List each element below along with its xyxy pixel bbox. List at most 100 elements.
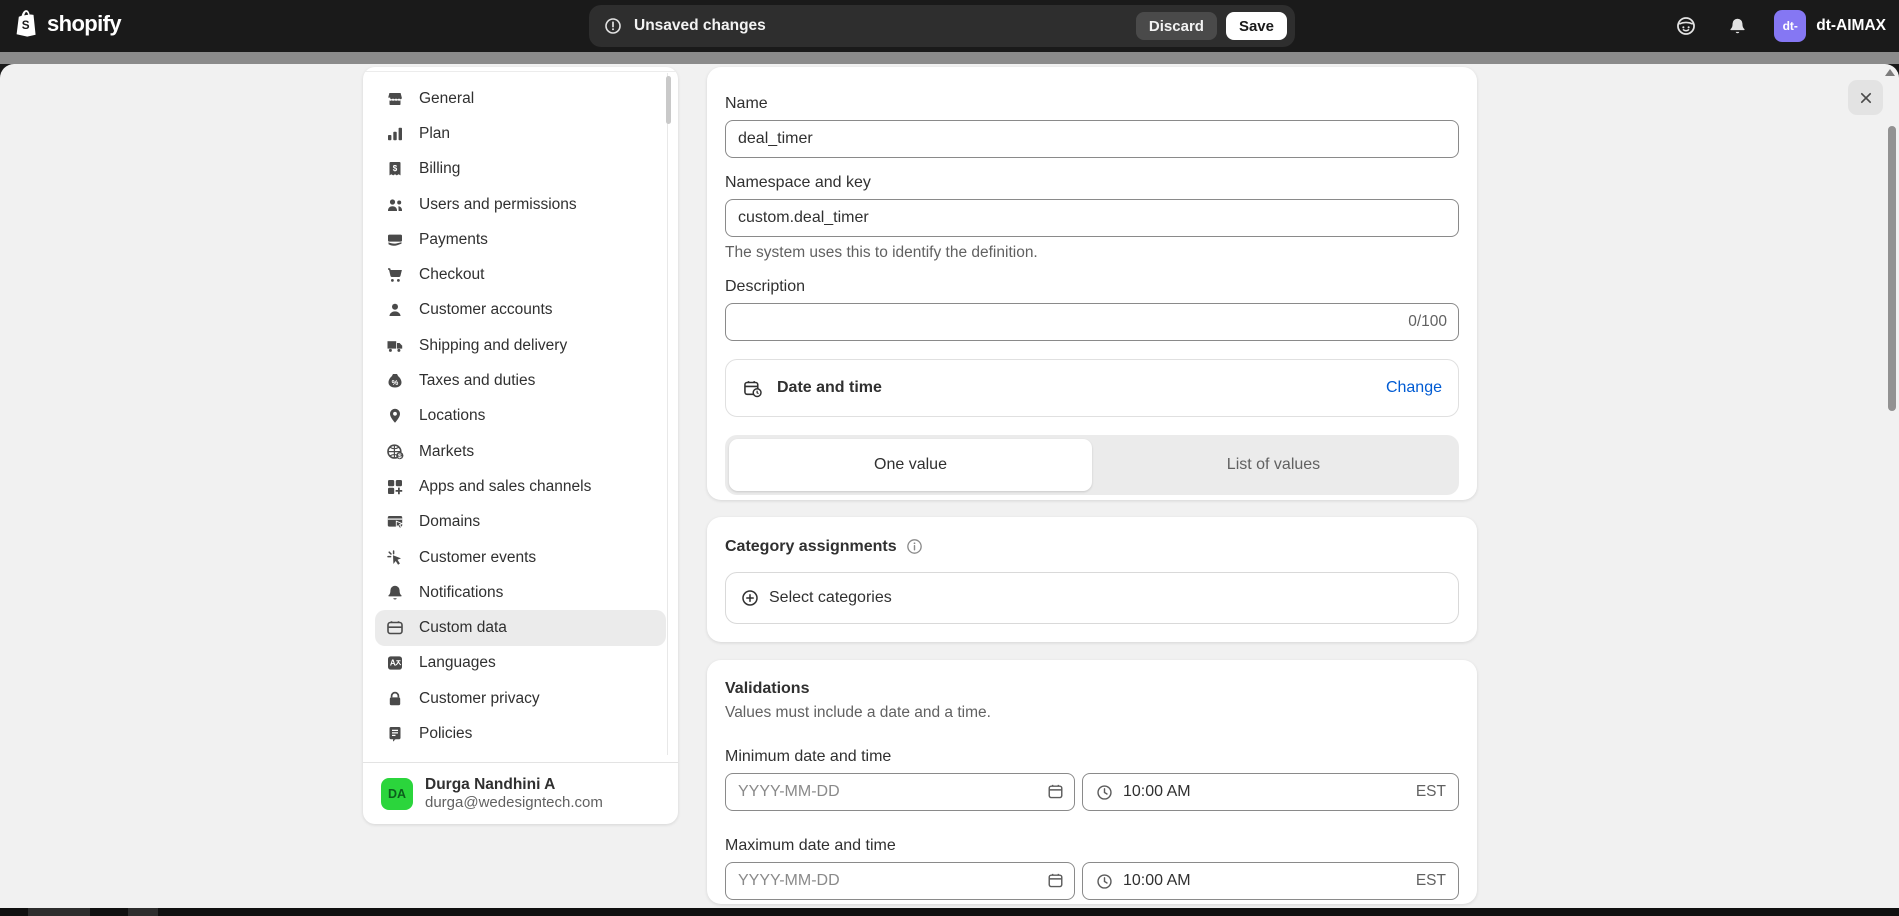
bottom-taskbar-strip xyxy=(0,908,1899,916)
name-input[interactable] xyxy=(725,120,1459,158)
store-menu[interactable]: dt- dt-AIMAX xyxy=(1774,10,1886,42)
scrollbar-thumb[interactable] xyxy=(1888,126,1896,411)
sidebar-item-policies[interactable]: Policies xyxy=(375,716,666,751)
sidebar-item-languages[interactable]: A Languages xyxy=(375,646,666,681)
validations-title: Validations xyxy=(725,680,1459,698)
top-bar: S shopify Unsaved changes Discard Save xyxy=(0,0,1899,52)
sidebar-item-billing[interactable]: $ Billing xyxy=(375,152,666,187)
sidebar-item-checkout[interactable]: Checkout xyxy=(375,257,666,292)
sidebar-item-label: Locations xyxy=(419,407,485,425)
svg-text:$: $ xyxy=(393,164,398,173)
max-datetime-label: Maximum date and time xyxy=(725,837,1459,855)
sidebar-item-users-and-permissions[interactable]: Users and permissions xyxy=(375,187,666,222)
markets-icon: $ xyxy=(385,442,405,462)
unsaved-changes-toast: Unsaved changes Discard Save xyxy=(589,5,1295,47)
sidebar-item-taxes-and-duties[interactable]: % Taxes and duties xyxy=(375,363,666,398)
validations-card: Validations Values must include a date a… xyxy=(707,660,1477,904)
min-date-input[interactable] xyxy=(725,773,1075,811)
description-label: Description xyxy=(725,278,1459,296)
sidebar-item-custom-data[interactable]: Custom data xyxy=(375,610,666,645)
list-of-values-tab[interactable]: List of values xyxy=(1092,439,1455,491)
sidebar-item-label: Custom data xyxy=(419,619,507,637)
name-label: Name xyxy=(725,95,1459,113)
sidebar-item-notifications[interactable]: Notifications xyxy=(375,575,666,610)
dimmed-backdrop-band xyxy=(0,52,1899,64)
sidebar-item-domains[interactable]: Domains xyxy=(375,505,666,540)
shipping-icon xyxy=(385,336,405,356)
sidebar-item-label: Customer events xyxy=(419,549,536,567)
checkout-icon xyxy=(385,265,405,285)
settings-surface: General Plan $ Billing Users and permissions… xyxy=(0,64,1899,908)
category-assignments-title: Category assignments xyxy=(725,538,897,556)
close-settings-button[interactable] xyxy=(1848,80,1883,115)
svg-text:$: $ xyxy=(398,453,402,460)
sidebar-item-plan[interactable]: Plan xyxy=(375,116,666,151)
settings-modal-stage: General Plan $ Billing Users and permissions… xyxy=(0,64,1899,908)
svg-text:S: S xyxy=(22,19,30,32)
min-time-value: 10:00 AM xyxy=(1123,783,1407,801)
sidebar-item-label: Plan xyxy=(419,125,450,143)
min-datetime-label: Minimum date and time xyxy=(725,748,1459,766)
privacy-icon xyxy=(385,689,405,709)
sidebar-scrollbar-track xyxy=(667,73,668,755)
user-avatar: DA xyxy=(381,778,413,810)
clock-icon xyxy=(1095,783,1114,802)
sidebar-item-label: Apps and sales channels xyxy=(419,478,591,496)
change-type-link[interactable]: Change xyxy=(1386,379,1442,397)
svg-text:%: % xyxy=(392,378,399,387)
max-date-input[interactable] xyxy=(725,862,1075,900)
customdata-icon xyxy=(385,618,405,638)
scrollbar-up-arrow[interactable] xyxy=(1885,69,1895,76)
sidebar-scrollbar-thumb[interactable] xyxy=(666,76,671,124)
taxes-icon: % xyxy=(385,371,405,391)
category-assignments-card: Category assignments xyxy=(707,517,1477,642)
languages-icon: A xyxy=(385,653,405,673)
alert-circle-icon xyxy=(603,16,623,36)
sidebar-item-customer-accounts[interactable]: Customer accounts xyxy=(375,293,666,328)
one-value-tab[interactable]: One value xyxy=(729,439,1092,491)
metafield-definition-panel: Name Namespace and key The system uses t… xyxy=(707,67,1477,904)
sidebar-item-label: Shipping and delivery xyxy=(419,337,567,355)
sidebar-item-label: Taxes and duties xyxy=(419,372,535,390)
store-avatar: dt- xyxy=(1774,10,1806,42)
notifications-bell-icon[interactable] xyxy=(1723,12,1752,41)
toast-message: Unsaved changes xyxy=(634,17,766,35)
bell-icon xyxy=(385,583,405,603)
clock-icon xyxy=(1095,872,1114,891)
shopify-logo[interactable]: S shopify xyxy=(14,9,121,39)
domains-icon xyxy=(385,512,405,532)
namespace-input[interactable] xyxy=(725,199,1459,237)
settings-sidebar: General Plan $ Billing Users and permissions… xyxy=(363,67,678,824)
namespace-help: The system uses this to identify the def… xyxy=(725,244,1459,262)
description-input[interactable] xyxy=(725,303,1459,341)
save-button[interactable]: Save xyxy=(1226,12,1287,40)
sidekick-icon[interactable] xyxy=(1671,11,1701,41)
definition-card: Name Namespace and key The system uses t… xyxy=(707,67,1477,500)
sidebar-item-general[interactable]: General xyxy=(375,81,666,116)
svg-text:A: A xyxy=(390,659,396,668)
plan-icon xyxy=(385,124,405,144)
min-time-input[interactable]: 10:00 AM EST xyxy=(1082,773,1459,811)
sidebar-item-shipping-and-delivery[interactable]: Shipping and delivery xyxy=(375,328,666,363)
select-categories-button[interactable]: Select categories xyxy=(725,572,1459,624)
max-time-input[interactable]: 10:00 AM EST xyxy=(1082,862,1459,900)
sidebar-item-label: Users and permissions xyxy=(419,196,577,214)
sidebar-item-payments[interactable]: Payments xyxy=(375,222,666,257)
sidebar-item-locations[interactable]: Locations xyxy=(375,399,666,434)
sidebar-item-label: Billing xyxy=(419,160,460,178)
sidebar-item-customer-privacy[interactable]: Customer privacy xyxy=(375,681,666,716)
namespace-label: Namespace and key xyxy=(725,174,1459,192)
store-name: dt-AIMAX xyxy=(1816,17,1886,35)
events-icon xyxy=(385,548,405,568)
sidebar-item-customer-events[interactable]: Customer events xyxy=(375,540,666,575)
topbar-actions: dt- dt-AIMAX xyxy=(1671,0,1886,52)
billing-icon: $ xyxy=(385,159,405,179)
sidebar-item-label: Languages xyxy=(419,654,496,672)
discard-button[interactable]: Discard xyxy=(1136,12,1217,40)
sidebar-item-apps-and-sales-channels[interactable]: Apps and sales channels xyxy=(375,469,666,504)
user-block: DA Durga Nandhini A durga@wedesigntech.c… xyxy=(363,763,678,824)
storefront-icon xyxy=(385,89,405,109)
select-categories-label: Select categories xyxy=(769,589,892,607)
info-icon[interactable] xyxy=(905,537,924,556)
sidebar-item-markets[interactable]: $Markets xyxy=(375,434,666,469)
